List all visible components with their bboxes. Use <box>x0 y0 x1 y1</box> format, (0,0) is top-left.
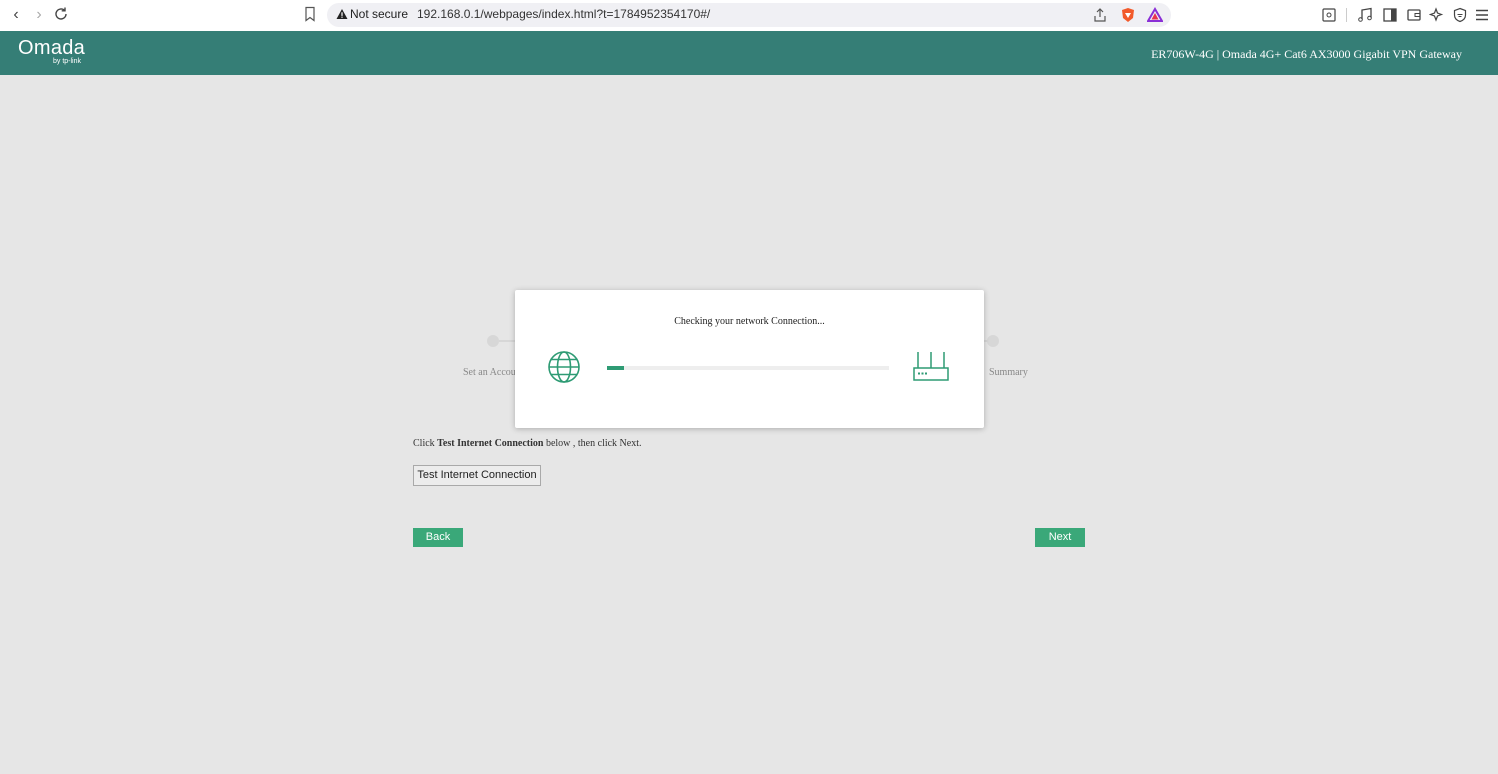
logo-text: Omada <box>18 37 86 59</box>
progress-fill <box>607 366 624 370</box>
brave-rewards-icon[interactable] <box>1147 7 1163 23</box>
back-button[interactable]: Back <box>413 528 463 547</box>
instruction-text: Click Test Internet Connection below , t… <box>413 438 642 449</box>
instruction-suffix: below , then click Next. <box>543 438 642 449</box>
sidebar-icon[interactable] <box>1382 7 1398 23</box>
instruction-prefix: Click <box>413 438 438 449</box>
step-label-summary: Summary <box>989 367 1028 378</box>
leo-ai-icon[interactable] <box>1429 7 1445 23</box>
reload-icon[interactable] <box>53 6 69 22</box>
reader-mode-icon[interactable] <box>1321 7 1337 23</box>
forward-nav-icon[interactable]: › <box>29 5 49 25</box>
back-nav-icon[interactable]: ‹ <box>6 5 26 25</box>
bookmark-icon[interactable] <box>303 6 317 22</box>
address-bar[interactable]: Not secure 192.168.0.1/webpages/index.ht… <box>327 3 1171 27</box>
router-icon <box>913 352 949 381</box>
dialog-title: Checking your network Connection... <box>674 316 825 327</box>
step-label-set-account: Set an Accou <box>463 367 516 378</box>
device-info: ER706W-4G | Omada 4G+ Cat6 AX3000 Gigabi… <box>1151 47 1462 61</box>
logo-subtext: by tp-link <box>53 58 82 65</box>
music-icon[interactable] <box>1357 7 1373 23</box>
wallet-icon[interactable] <box>1406 7 1422 23</box>
vpn-shield-icon[interactable] <box>1452 7 1468 23</box>
share-icon[interactable] <box>1092 7 1108 23</box>
progress-track <box>607 366 889 370</box>
toolbar-divider <box>1346 8 1347 22</box>
test-internet-connection-button[interactable]: Test Internet Connection <box>413 465 541 486</box>
security-label: Not secure <box>350 7 409 21</box>
connection-check-dialog: Checking your network Connection... <box>515 290 984 428</box>
instruction-bold: Test Internet Connection <box>437 438 544 449</box>
step-dot-first <box>487 335 499 347</box>
next-button[interactable]: Next <box>1035 528 1085 547</box>
warning-icon <box>336 9 348 19</box>
globe-icon <box>548 351 580 383</box>
brave-shield-icon[interactable] <box>1120 7 1136 23</box>
step-dot-last <box>987 335 999 347</box>
menu-icon[interactable] <box>1474 7 1490 23</box>
url-text[interactable]: 192.168.0.1/webpages/index.html?t=178495… <box>417 7 710 21</box>
omada-logo: Omada by tp-link <box>18 37 86 65</box>
browser-toolbar: ‹ › Not secure 192.168.0.1/webpages/inde… <box>0 0 1498 32</box>
